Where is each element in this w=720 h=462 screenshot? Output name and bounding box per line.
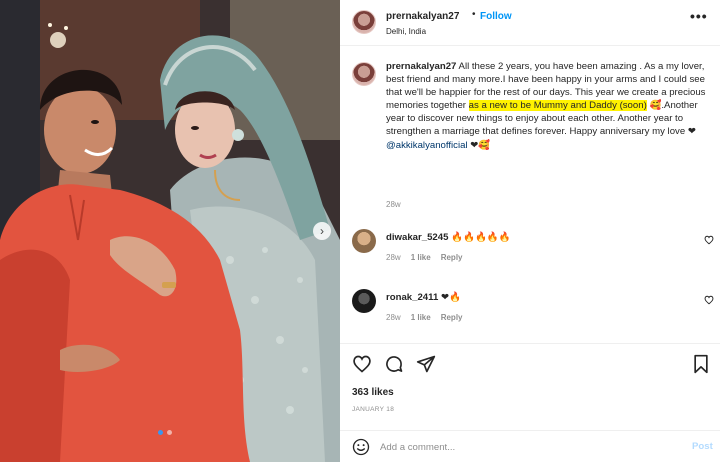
reply-button[interactable]: Reply — [441, 253, 463, 262]
comment-timestamp: 28w — [386, 253, 401, 262]
post-actions: 363 likes JANUARY 18 — [340, 343, 720, 429]
comment-text: ❤🔥 — [440, 292, 461, 303]
emoji: ❤🥰 — [467, 139, 491, 151]
comment-likes-link[interactable]: 1 like — [411, 253, 431, 262]
comment-icon[interactable] — [384, 354, 404, 374]
post-date: JANUARY 18 — [352, 406, 395, 413]
heart-icon[interactable] — [352, 354, 372, 374]
heart-emoji: ❤ — [687, 126, 696, 138]
caption-text: prernakalyan27 All these 2 years, you ha… — [386, 60, 706, 152]
post-comment-button[interactable]: Post — [692, 441, 713, 452]
location-link[interactable]: Delhi, India — [386, 27, 426, 36]
mention-link[interactable]: @akkikalyanofficial — [386, 140, 468, 151]
more-options-icon[interactable]: ••• — [690, 8, 708, 24]
post-panel: prernakalyan27 • Follow Delhi, India •••… — [340, 0, 720, 462]
comment-input[interactable] — [380, 438, 660, 456]
carousel-next-button[interactable]: › — [313, 222, 331, 240]
comment-body: ronak_2411 ❤🔥 — [386, 292, 461, 303]
follow-button[interactable]: Follow — [480, 11, 512, 22]
comment-item: ronak_2411 ❤🔥 28w 1 like Reply — [352, 289, 714, 329]
comment-meta: 28w 1 like Reply — [386, 253, 463, 262]
smiley-icon[interactable] — [352, 438, 370, 456]
comment-like-heart-icon[interactable] — [704, 235, 714, 245]
chevron-right-icon: › — [320, 224, 324, 238]
bookmark-icon[interactable] — [692, 354, 710, 374]
avatar[interactable] — [352, 10, 376, 34]
likes-count[interactable]: 363 likes — [352, 387, 394, 398]
carousel-indicator — [158, 430, 172, 435]
emoji: 🥰 — [649, 100, 662, 112]
paper-plane-icon[interactable] — [416, 354, 436, 374]
carousel-dot — [158, 430, 163, 435]
comment-like-heart-icon[interactable] — [704, 295, 714, 305]
reply-button[interactable]: Reply — [441, 313, 463, 322]
caption-timestamp: 28w — [386, 200, 401, 209]
avatar[interactable] — [352, 229, 376, 253]
couple-photo-illustration — [0, 0, 340, 462]
avatar[interactable] — [352, 289, 376, 313]
comment-likes-link[interactable]: 1 like — [411, 313, 431, 322]
avatar[interactable] — [352, 62, 376, 86]
add-comment-bar: Post — [340, 430, 720, 462]
comment-item: diwakar_5245 🔥🔥🔥🔥🔥 28w 1 like Reply — [352, 229, 714, 269]
caption-username[interactable]: prernakalyan27 — [386, 61, 456, 72]
caption-highlight: as a new to be Mummy and Daddy (soon) — [468, 100, 647, 112]
post-header: prernakalyan27 • Follow Delhi, India ••• — [340, 0, 720, 46]
comment-username[interactable]: diwakar_5245 — [386, 232, 448, 243]
carousel-dot — [167, 430, 172, 435]
comment-meta: 28w 1 like Reply — [386, 313, 463, 322]
comment-text: 🔥🔥🔥🔥🔥 — [451, 232, 511, 243]
comment-body: diwakar_5245 🔥🔥🔥🔥🔥 — [386, 232, 511, 243]
header-username[interactable]: prernakalyan27 — [386, 11, 459, 22]
comment-timestamp: 28w — [386, 313, 401, 322]
comment-username[interactable]: ronak_2411 — [386, 292, 438, 303]
separator-dot: • — [472, 9, 476, 20]
post-photo[interactable]: › — [0, 0, 340, 462]
